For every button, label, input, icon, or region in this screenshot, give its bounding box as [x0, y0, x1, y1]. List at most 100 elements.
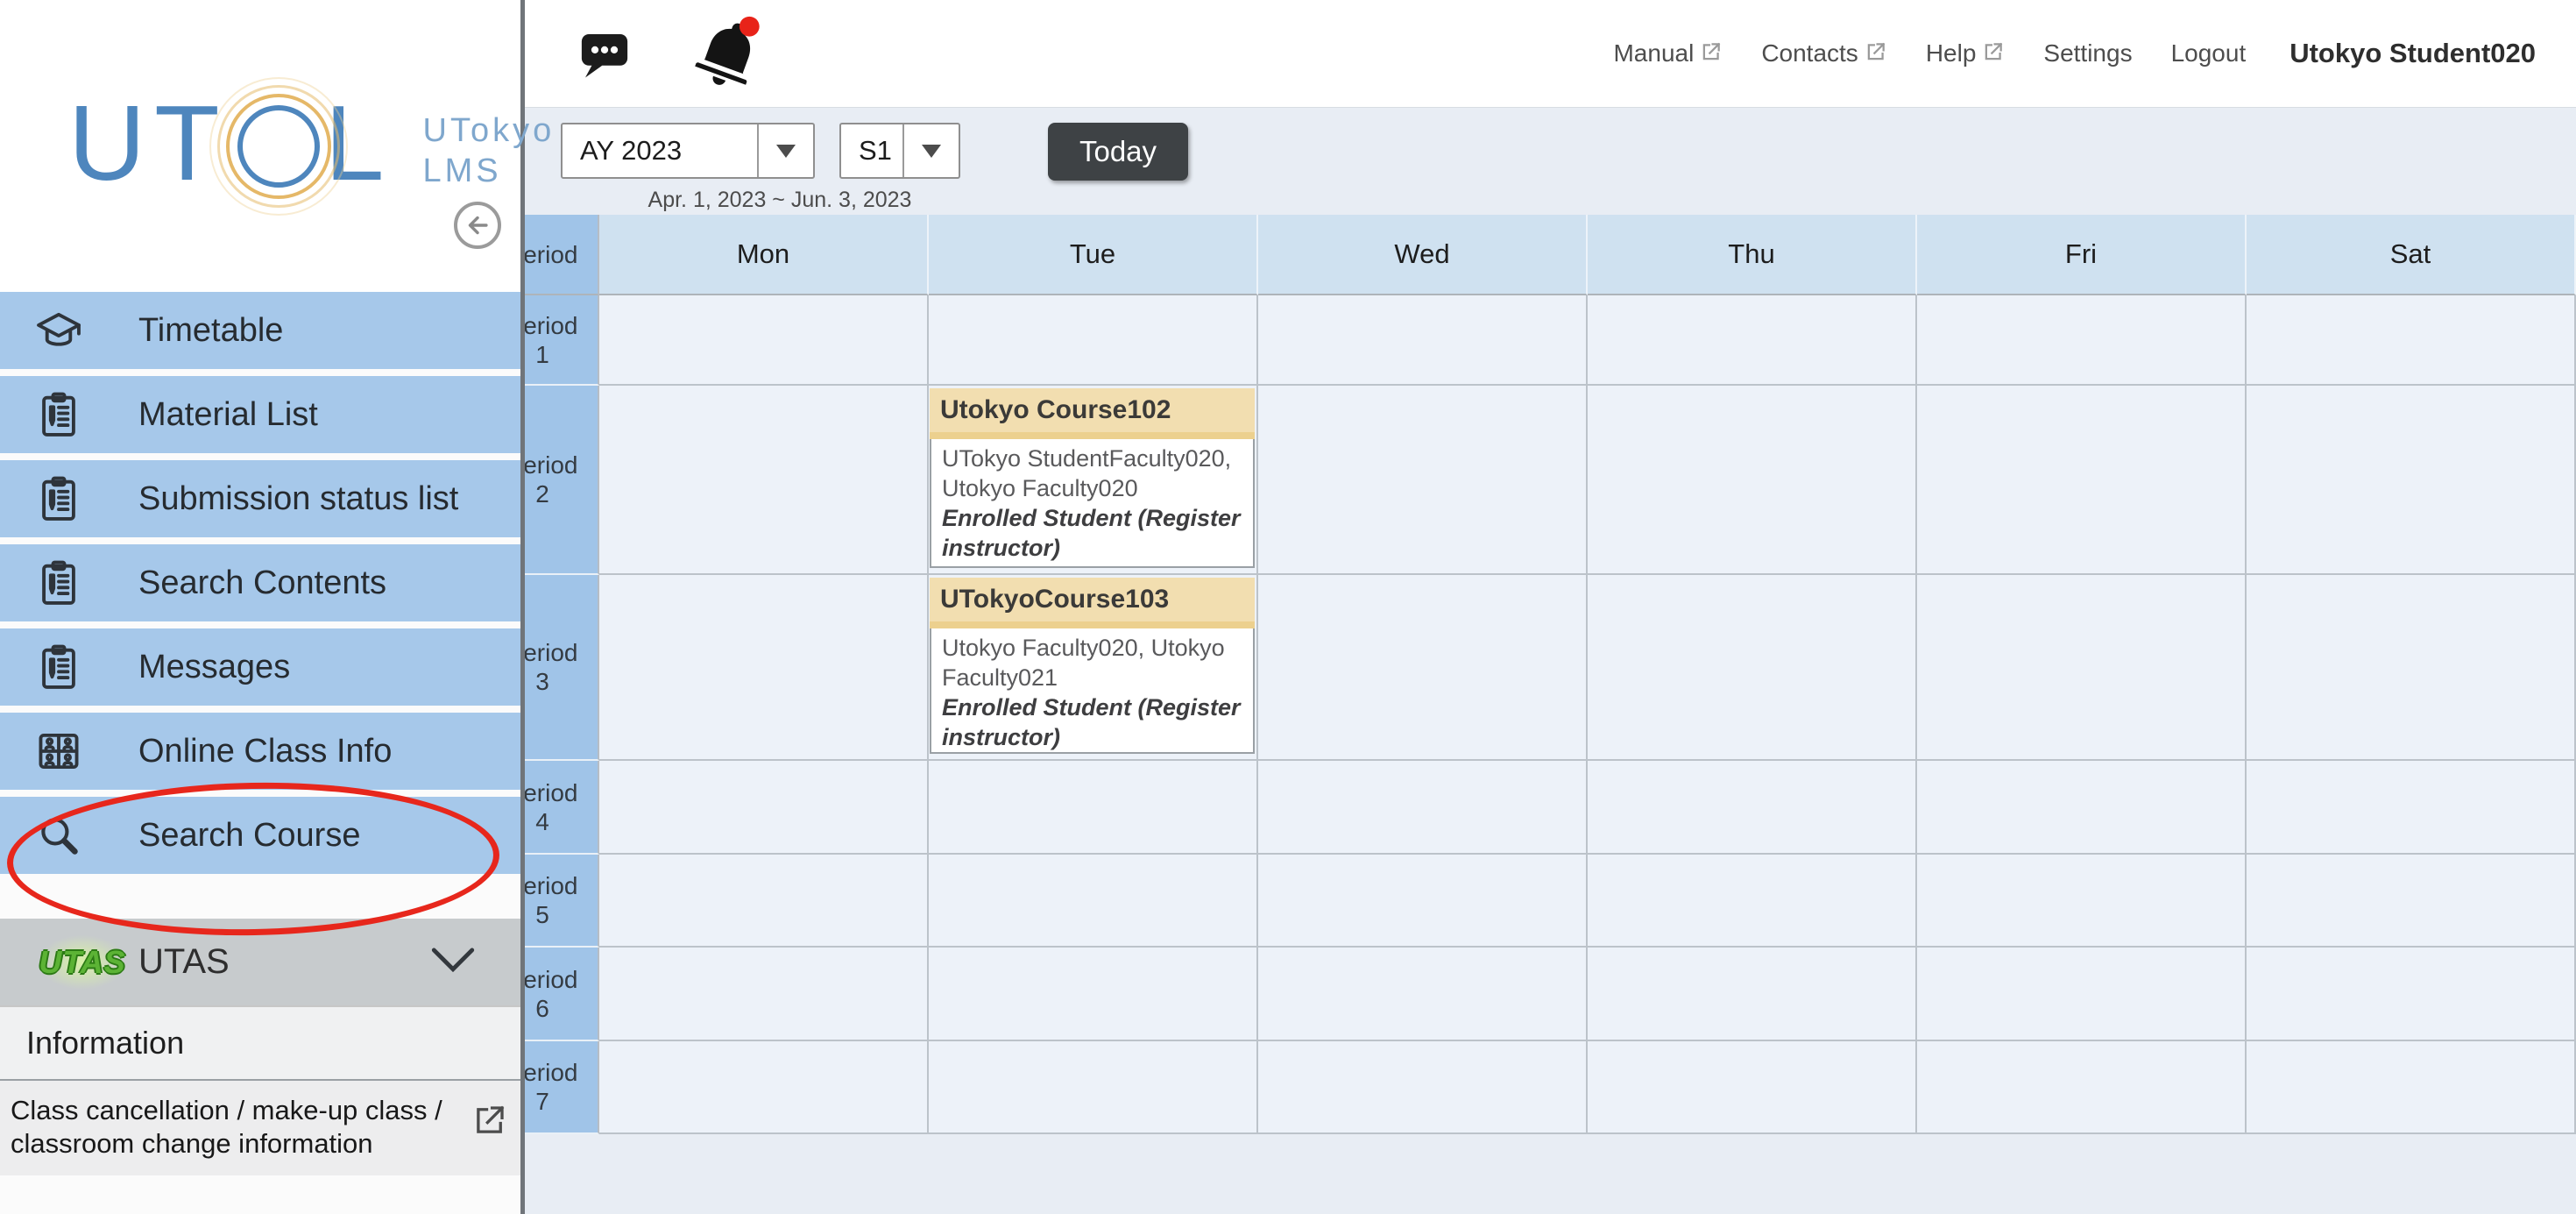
sidebar-menu: Timetable Material List Submission status …	[0, 292, 520, 874]
arrow-left-icon	[463, 210, 492, 240]
timetable-cell-sat-3	[2247, 575, 2576, 761]
timetable-cell-thu-5	[1588, 855, 1917, 948]
graduation-cap-icon	[33, 305, 84, 356]
sidebar-item-messages[interactable]: Messages	[0, 628, 520, 706]
logo-area: UT L UTokyo LMS	[0, 0, 520, 292]
timetable-cell-fri-6	[1917, 948, 2247, 1041]
topnav: ManualContactsHelpSettingsLogoutUtokyo S…	[1613, 0, 2536, 107]
external-link-icon	[1865, 40, 1887, 63]
timetable-cell-sat-1	[2247, 295, 2576, 386]
academic-year-select[interactable]: AY 2023	[561, 123, 815, 179]
timetable-cell-wed-7	[1258, 1041, 1588, 1134]
timetable-cell-tue-5	[929, 855, 1258, 948]
timetable-cell-sat-6	[2247, 948, 2576, 1041]
timetable-cell-fri-3	[1917, 575, 2247, 761]
utas-logo-icon: UTAS	[39, 935, 126, 990]
notification-dot	[740, 17, 760, 37]
day-header-tue: Tue	[929, 215, 1258, 295]
magnifier-icon	[33, 810, 84, 861]
timetable-cell-sat-4	[2247, 761, 2576, 855]
timetable-cell-sat-7	[2247, 1041, 2576, 1134]
sidebar-item-information[interactable]: Information	[0, 1005, 520, 1079]
course-title: UTokyoCourse103	[930, 578, 1255, 628]
nav-contacts[interactable]: Contacts	[1761, 39, 1887, 67]
collapse-sidebar-button[interactable]	[454, 202, 501, 249]
clipboard-icon	[33, 642, 84, 692]
timetable-cell-mon-4	[599, 761, 929, 855]
timetable-cell-tue-6	[929, 948, 1258, 1041]
timetable-cell-mon-7	[599, 1041, 929, 1134]
sidebar-item-search-contents[interactable]: Search Contents	[0, 544, 520, 621]
utas-label: UTAS	[138, 942, 230, 982]
timetable-cell-wed-3	[1258, 575, 1588, 761]
today-button[interactable]: Today	[1048, 123, 1188, 181]
timetable-cell-sat-2	[2247, 386, 2576, 575]
online-class-icon	[33, 726, 84, 777]
academic-year-value: AY 2023	[563, 135, 757, 167]
period-label-3: Period3	[524, 575, 599, 761]
timetable-cell-thu-7	[1588, 1041, 1917, 1134]
course-card-utokyocourse103[interactable]: UTokyoCourse103 Utokyo Faculty020, Utokyo…	[930, 578, 1255, 754]
day-header-sat: Sat	[2247, 215, 2576, 295]
sidebar-item-material-list[interactable]: Material List	[0, 376, 520, 453]
timetable-cell-tue-2: Utokyo Course102UTokyo StudentFaculty020…	[929, 386, 1258, 575]
period-label-6: Period6	[524, 948, 599, 1041]
timetable-cell-thu-4	[1588, 761, 1917, 855]
timetable-cell-tue-1	[929, 295, 1258, 386]
timetable-grid: PeriodMonTueWedThuFriSatPeriod1Period2Ut…	[524, 215, 2576, 1134]
timetable-cell-sat-5	[2247, 855, 2576, 948]
clipboard-icon	[33, 389, 84, 440]
timetable-cell-wed-2	[1258, 386, 1588, 575]
timetable-cell-fri-4	[1917, 761, 2247, 855]
timetable-cell-tue-3: UTokyoCourse103 Utokyo Faculty020, Utokyo…	[929, 575, 1258, 761]
date-range-label: Apr. 1, 2023 ~ Jun. 3, 2023	[587, 188, 973, 213]
course-role: Enrolled Student (Register instructor)	[942, 503, 1246, 563]
sidebar-item-online-class-info[interactable]: Online Class Info	[0, 713, 520, 790]
day-header-mon: Mon	[599, 215, 929, 295]
logo-subtitle: UTokyo LMS	[423, 110, 556, 191]
timetable-cell-tue-7	[929, 1041, 1258, 1134]
course-members: Utokyo Faculty020, Utokyo Faculty021	[942, 635, 1225, 691]
clipboard-icon	[33, 473, 84, 524]
external-link-icon	[1982, 40, 2005, 63]
sidebar-item-utas[interactable]: UTAS UTAS	[0, 919, 520, 1005]
course-card-utokyo-course102[interactable]: Utokyo Course102UTokyo StudentFaculty020…	[930, 388, 1255, 568]
sidebar-item-timetable[interactable]: Timetable	[0, 292, 520, 369]
sidebar-item-search-course[interactable]: Search Course	[0, 797, 520, 874]
academic-year-caret[interactable]	[757, 124, 813, 177]
timetable-cell-fri-5	[1917, 855, 2247, 948]
period-label-5: Period5	[524, 855, 599, 948]
period-label-4: Period4	[524, 761, 599, 855]
sidebar: UT L UTokyo LMS Timetable Material List Su…	[0, 0, 525, 1214]
day-header-fri: Fri	[1917, 215, 2247, 295]
external-link-icon	[1700, 40, 1723, 63]
sidebar-item-label: Messages	[138, 649, 290, 686]
sidebar-item-label: Material List	[138, 396, 318, 434]
chat-icon[interactable]	[571, 25, 638, 82]
timetable-cell-wed-6	[1258, 948, 1588, 1041]
clipboard-icon	[33, 557, 84, 608]
timetable-cell-fri-2	[1917, 386, 2247, 575]
topbar-icons	[571, 0, 766, 107]
caret-down-icon	[922, 145, 941, 158]
information-label: Information	[26, 1025, 184, 1061]
term-value: S1	[841, 135, 902, 167]
term-select[interactable]: S1	[839, 123, 960, 179]
course-title: Utokyo Course102	[930, 388, 1255, 439]
nav-help[interactable]: Help	[1926, 39, 2006, 67]
nav-settings[interactable]: Settings	[2043, 39, 2132, 67]
nav-logout[interactable]: Logout	[2171, 39, 2247, 67]
sidebar-item-submission-status-list[interactable]: Submission status list	[0, 460, 520, 537]
logo-o-rings	[237, 105, 320, 188]
timetable-cell-wed-4	[1258, 761, 1588, 855]
period-label-2: Period2	[524, 386, 599, 575]
chevron-down-icon[interactable]	[428, 943, 478, 983]
bell-icon[interactable]	[689, 15, 766, 92]
term-caret[interactable]	[902, 124, 959, 177]
timetable-cell-mon-5	[599, 855, 929, 948]
day-header-wed: Wed	[1258, 215, 1588, 295]
course-role: Enrolled Student (Register instructor)	[942, 692, 1246, 752]
sidebar-item-class-cancellation[interactable]: Class cancellation / make-up class / cla…	[0, 1079, 520, 1175]
logo-letters-ut: UT	[68, 77, 229, 209]
nav-manual[interactable]: Manual	[1613, 39, 1723, 67]
